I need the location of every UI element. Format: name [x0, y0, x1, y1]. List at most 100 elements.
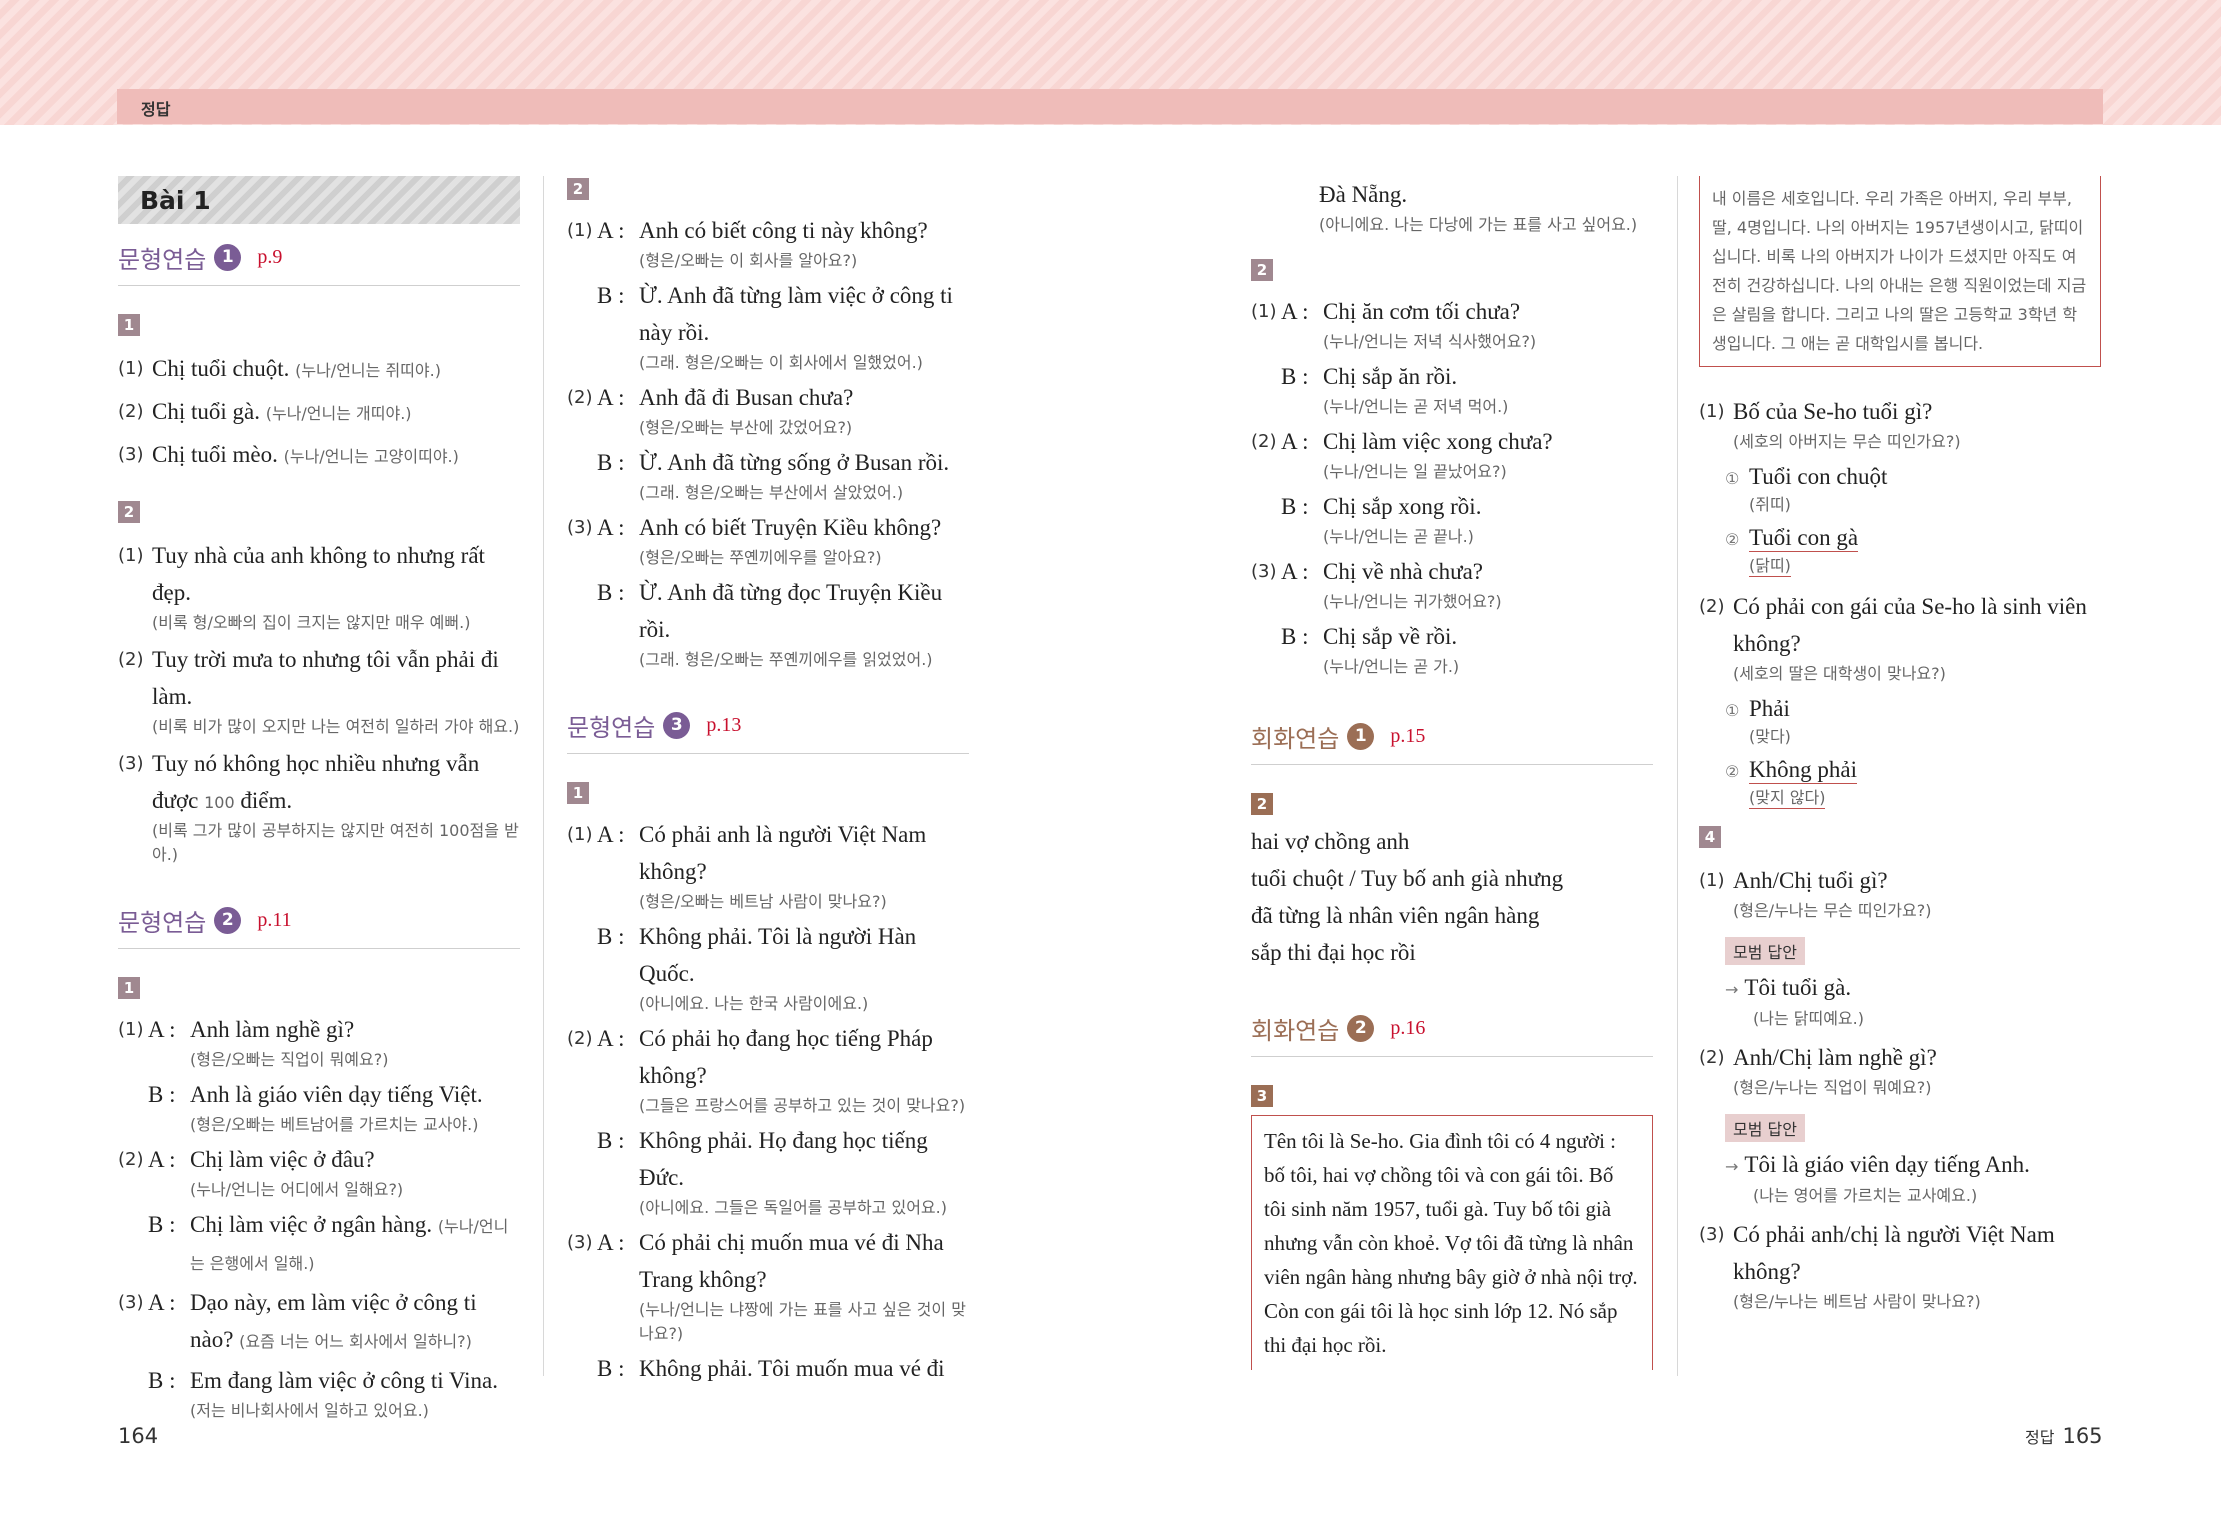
item-number: (2)	[118, 401, 144, 422]
vi-text: điểm.	[234, 788, 293, 813]
vi-text: Chị làm việc ở ngân hàng.	[190, 1212, 433, 1237]
left-page-number: 164	[118, 1424, 159, 1448]
section-page-ref: p.9	[257, 246, 283, 268]
exercise-number-box: 4	[1699, 826, 1721, 848]
answer-item: (2) Chị tuổi gà. (누나/언니는 개띠야.)	[118, 393, 520, 430]
exercise-number-box: 1	[118, 314, 140, 336]
vi-text: Tuổi con gà	[1749, 525, 1859, 552]
item-number: (3)	[118, 753, 144, 774]
header-bar: 정답	[117, 89, 2103, 124]
item-number: (3)	[1251, 561, 1277, 582]
speaker-label: B :	[148, 1082, 176, 1107]
vi-text: Ừ. Anh đã từng làm việc ở công ti này rồ…	[639, 283, 953, 345]
ko-text: (아니에요. 나는 다낭에 가는 표를 사고 싶어요.)	[1319, 215, 1638, 234]
exercise-number-box: 1	[567, 782, 589, 804]
model-answer-label: 모범 답안	[1725, 1114, 1805, 1142]
vi-text: Anh/Chị làm nghề gì?	[1733, 1045, 1937, 1070]
dialogue-line-b: B : Ừ. Anh đã từng sống ở Busan rồi. (그래. …	[597, 444, 969, 505]
exercise-number-box: 2	[567, 178, 589, 200]
option-marker: ①	[1725, 469, 1740, 488]
dialogue-line-a: (2) A : Có phải họ đang học tiếng Pháp khô…	[567, 1020, 969, 1118]
vi-text: Chị tuổi mèo.	[152, 442, 278, 467]
vi-text: Có phải họ đang học tiếng Pháp không?	[639, 1026, 933, 1088]
speaker-label: A :	[148, 1017, 176, 1042]
vi-text: Có phải con gái của Se-ho là sinh viên k…	[1733, 594, 2087, 656]
lesson-title: Bài 1	[140, 186, 211, 215]
section-title: 문형연습	[118, 246, 207, 274]
speaker-label: B :	[148, 1368, 176, 1393]
ko-text: (형은/오빠는 직업이 뭐예요?)	[190, 1050, 389, 1069]
section-title: 문형연습	[118, 909, 207, 937]
section-heading: 회화연습 1 p.15	[1251, 719, 1653, 765]
ko-text: (누나/언니는 일 끝났어요?)	[1323, 462, 1507, 481]
ko-text: (맞다)	[1749, 727, 1791, 746]
exercise-number-box: 1	[118, 977, 140, 999]
column-divider	[543, 176, 544, 1376]
section-heading: 문형연습 1 p.9	[118, 240, 520, 286]
page-number: 165	[2062, 1424, 2103, 1448]
translation-box: 내 이름은 세호입니다. 우리 가족은 아버지, 우리 부부, 딸, 4명입니다…	[1699, 176, 2101, 367]
item-number: (2)	[567, 387, 593, 408]
dialogue-line-a: (1) A : Chị ăn cơm tối chưa? (누나/언니는 저녁 식사했…	[1251, 293, 1653, 354]
ko-text: (형은/오빠는 부산에 갔었어요?)	[639, 418, 853, 437]
dialogue-line-a: (1) A : Anh làm nghề gì? (형은/오빠는 직업이 뭐예요?)	[118, 1011, 520, 1072]
ko-text: (그래. 형은/오빠는 이 회사에서 일했었어.)	[639, 353, 923, 372]
section-title: 문형연습	[567, 714, 656, 742]
answer-item: (3) Tuy nó không học nhiều nhưng vẫn được…	[118, 745, 520, 867]
vi-text: Tuy nhà của anh không to nhưng rất đẹp.	[152, 543, 485, 605]
answer-line: tuổi chuột / Tuy bố anh già nhưng	[1251, 866, 1564, 891]
speaker-label: A :	[1281, 299, 1309, 324]
section-title: 회화연습	[1251, 1017, 1340, 1045]
vi-text: Đà Nẵng.	[1319, 182, 1408, 207]
ko-text: (누나/언니는 곧 끝나.)	[1323, 527, 1474, 546]
answer-item: (1) Tuy nhà của anh không to nhưng rất đẹ…	[118, 537, 520, 635]
vi-text: Anh đã đi Busan chưa?	[639, 385, 854, 410]
ko-text: (누나/언니는 개띠야.)	[265, 404, 412, 423]
vi-text: Tôi là giáo viên dạy tiếng Anh.	[1744, 1152, 2030, 1177]
speaker-label: A :	[597, 1230, 625, 1255]
vi-text: Chị sắp về rồi.	[1323, 624, 1458, 649]
vi-text: Phải	[1749, 696, 1790, 721]
reading-passage: Tên tôi là Se-ho. Gia đình tôi có 4 ngườ…	[1251, 1115, 1653, 1370]
speaker-label: B :	[1281, 494, 1309, 519]
vi-text: Anh có biết công ti này không?	[639, 218, 928, 243]
model-answer: → Tôi tuổi gà.	[1725, 971, 2101, 1007]
model-answer-label: 모범 답안	[1725, 937, 1805, 965]
footer-label: 정답	[2025, 1428, 2055, 1447]
dialogue-line-b: B : Ừ. Anh đã từng làm việc ở công ti này…	[597, 277, 969, 375]
speaker-label: B :	[597, 450, 625, 475]
speaker-label: B :	[597, 924, 625, 949]
column-2: 2 (1) A : Anh có biết công ti này không? (형…	[567, 176, 969, 1387]
ko-text: (아니에요. 그들은 독일어를 공부하고 있어요.)	[639, 1198, 947, 1217]
speaker-label: B :	[597, 1128, 625, 1153]
lesson-title-bar: Bài 1	[118, 176, 520, 224]
ko-text: (비록 그가 많이 공부하지는 않지만 여전히 100점을 받아.)	[152, 821, 519, 864]
arrow-icon: →	[1725, 1157, 1739, 1176]
option-marker: ②	[1725, 762, 1740, 781]
section-heading: 회화연습 2 p.16	[1251, 1011, 1653, 1057]
vi-text: Chị ăn cơm tối chưa?	[1323, 299, 1521, 324]
vi-text: Bố của Se-ho tuổi gì?	[1733, 399, 1933, 424]
vi-text: Có phải anh/chị là người Việt Nam không?	[1733, 1222, 2055, 1284]
dialogue-line-b: B : Ừ. Anh đã từng đọc Truyện Kiều rồi. (그…	[597, 574, 969, 672]
speaker-label: B :	[1281, 624, 1309, 649]
vi-text: Anh làm nghề gì?	[190, 1017, 355, 1042]
ko-text: (누나/언니는 저녁 식사했어요?)	[1323, 332, 1537, 351]
speaker-label: A :	[597, 218, 625, 243]
vi-text: Chị tuổi chuột.	[152, 356, 290, 381]
arrow-icon: →	[1725, 980, 1739, 999]
dialogue-line-a: (1) A : Có phải anh là người Việt Nam khôn…	[567, 816, 969, 914]
item-number: (1)	[118, 545, 144, 566]
speaker-label: A :	[148, 1147, 176, 1172]
header-label: 정답	[141, 100, 171, 119]
answer-option-correct: ② Không phải (맞지 않다)	[1725, 753, 2101, 810]
vi-text: Chị làm việc xong chưa?	[1323, 429, 1553, 454]
section-page-ref: p.13	[706, 714, 742, 736]
item-number: (1)	[567, 824, 593, 845]
ko-text: (쥐띠)	[1749, 495, 1791, 514]
speaker-label: A :	[1281, 559, 1309, 584]
number-text: 100	[204, 793, 235, 812]
section-number-badge: 1	[1347, 723, 1375, 750]
ko-text: (아니에요. 나는 한국 사람이에요.)	[639, 994, 869, 1013]
ko-text: (그래. 형은/오빠는 쭈옌끼에우를 읽었었어.)	[639, 650, 933, 669]
